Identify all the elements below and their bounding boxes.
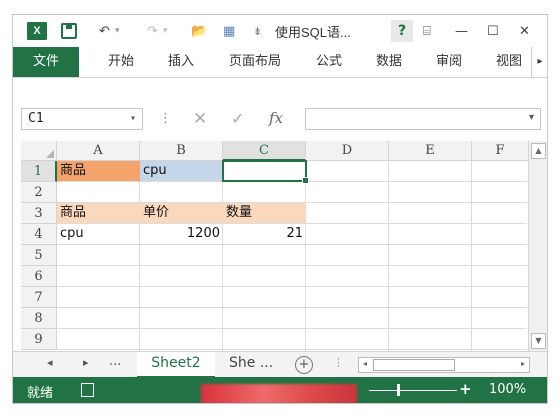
column-header-c[interactable]: C [223,141,306,161]
zoom-slider[interactable] [369,390,457,391]
tab-home[interactable]: 开始 [101,47,141,77]
vertical-scrollbar[interactable]: ▲ ▼ [528,141,547,351]
tab-insert[interactable]: 插入 [161,47,201,77]
row-header-6[interactable]: 6 [21,266,57,287]
help-button[interactable]: ? [391,20,413,42]
zoom-in-icon[interactable]: + [459,380,472,398]
formula-bar-separator-icon: ⋮ [159,111,172,126]
undo-icon[interactable]: ↶ [99,21,110,41]
row-header-8[interactable]: 8 [21,308,57,329]
undo-dropdown-icon[interactable]: ▾ [115,21,120,41]
excel-logo-icon[interactable]: X [27,22,47,40]
title-bar: X ↶ ▾ ↷ ▾ 📂 ▦ ⇟ 使用SQL语... ? ⌸ — ☐ ✕ [13,15,547,47]
cell-a3[interactable]: 商品 [57,203,140,223]
cell-c3[interactable]: 数量 [223,203,306,223]
status-ready: 就绪 [27,386,54,401]
add-sheet-icon[interactable]: + [295,356,313,374]
maximize-button[interactable]: ☐ [487,21,499,41]
window-title: 使用SQL语... [275,24,351,40]
row-header-3[interactable]: 3 [21,203,57,224]
zoom-level[interactable]: 100% [489,382,526,397]
row-header-2[interactable]: 2 [21,182,57,203]
tab-page-layout[interactable]: 页面布局 [223,47,287,77]
scroll-down-icon[interactable]: ▼ [531,333,546,349]
sheet-bar-splitter-icon[interactable]: ⋮ [333,356,344,369]
row-header-4[interactable]: 4 [21,224,57,245]
next-sheet-icon[interactable]: ▸ [83,356,89,369]
insert-function-icon[interactable]: fx [269,109,283,127]
horizontal-scroll-thumb[interactable] [373,359,455,371]
name-box-dropdown-icon[interactable]: ▾ [130,109,136,129]
expand-formula-bar-icon[interactable]: ▾ [529,112,534,123]
customize-toolbar-icon[interactable]: ⇟ [253,21,262,41]
cell-b4[interactable]: 1200 [140,224,223,244]
tab-view[interactable]: 视图 [489,47,529,77]
horizontal-scrollbar[interactable]: ◂ ▸ [358,357,530,373]
row-header-5[interactable]: 5 [21,245,57,266]
save-icon[interactable] [61,23,77,39]
sheet-tab-sheet2[interactable]: Sheet2 [137,352,215,379]
row-header-9[interactable]: 9 [21,329,57,350]
cancel-icon[interactable]: ✕ [193,109,207,129]
excel-window: X ↶ ▾ ↷ ▾ 📂 ▦ ⇟ 使用SQL语... ? ⌸ — ☐ ✕ 文件 开… [12,14,548,404]
minimize-button[interactable]: — [455,21,468,41]
redo-icon[interactable]: ↷ [147,21,158,41]
row-header-1[interactable]: 1 [21,161,57,182]
cell-c4[interactable]: 21 [223,224,306,244]
scroll-right-icon[interactable]: ▸ [517,357,529,371]
ribbon-more-icon[interactable]: ▸ [531,47,547,77]
cell-b3[interactable]: 单价 [140,203,223,223]
tab-formulas[interactable]: 公式 [309,47,349,77]
name-box[interactable]: C1 ▾ [21,108,143,130]
sheet-tab-bar: ◂ ▸ ... Sheet2 She ... + ⋮ ◂ ▸ [13,351,547,379]
redacted-area [201,384,357,403]
ribbon-display-options-icon[interactable]: ⌸ [423,21,431,41]
column-header-a[interactable]: A [57,141,140,161]
prev-sheet-icon[interactable]: ◂ [47,356,53,369]
status-bar: 就绪 + 100% [13,377,547,403]
ribbon-tabs: 文件 开始 插入 页面布局 公式 数据 审阅 视图 ▸ [13,47,547,78]
column-header-f[interactable]: F [472,141,529,161]
column-header-e[interactable]: E [389,141,472,161]
worksheet-grid: A B C D E F 1 2 3 4 5 6 7 8 9 商品 cpu 商品 … [13,141,547,351]
scroll-up-icon[interactable]: ▲ [531,143,546,159]
enter-check-icon[interactable]: ✓ [231,109,244,128]
select-all-corner[interactable] [21,141,57,161]
sheet-tab-other[interactable]: She ... [221,352,281,376]
form-icon[interactable]: ▦ [223,21,235,41]
formula-bar: C1 ▾ ⋮ ✕ ✓ fx ▾ [13,106,547,134]
formula-input[interactable]: ▾ [305,108,541,130]
tab-file[interactable]: 文件 [13,47,79,77]
row-header-7[interactable]: 7 [21,287,57,308]
column-header-d[interactable]: D [306,141,389,161]
cell-b1[interactable]: cpu [140,161,223,181]
fill-handle[interactable] [302,177,309,184]
tab-review[interactable]: 审阅 [429,47,469,77]
name-box-value: C1 [28,111,44,126]
cell-area[interactable]: 商品 cpu 商品 单价 数量 cpu 1200 21 [57,160,527,351]
cell-a1[interactable]: 商品 [57,161,140,181]
cell-c1-selected[interactable] [222,160,309,184]
tab-data[interactable]: 数据 [369,47,409,77]
close-button[interactable]: ✕ [519,21,530,41]
cell-a4[interactable]: cpu [57,224,140,244]
open-folder-icon[interactable]: 📂 [191,21,207,41]
zoom-slider-thumb[interactable] [397,384,400,396]
redo-dropdown-icon[interactable]: ▾ [163,21,168,41]
ribbon-collapsed-area [13,78,547,106]
scroll-left-icon[interactable]: ◂ [359,357,371,371]
more-sheets-button[interactable]: ... [109,354,121,369]
macro-record-icon[interactable] [81,383,94,397]
column-header-b[interactable]: B [140,141,223,161]
